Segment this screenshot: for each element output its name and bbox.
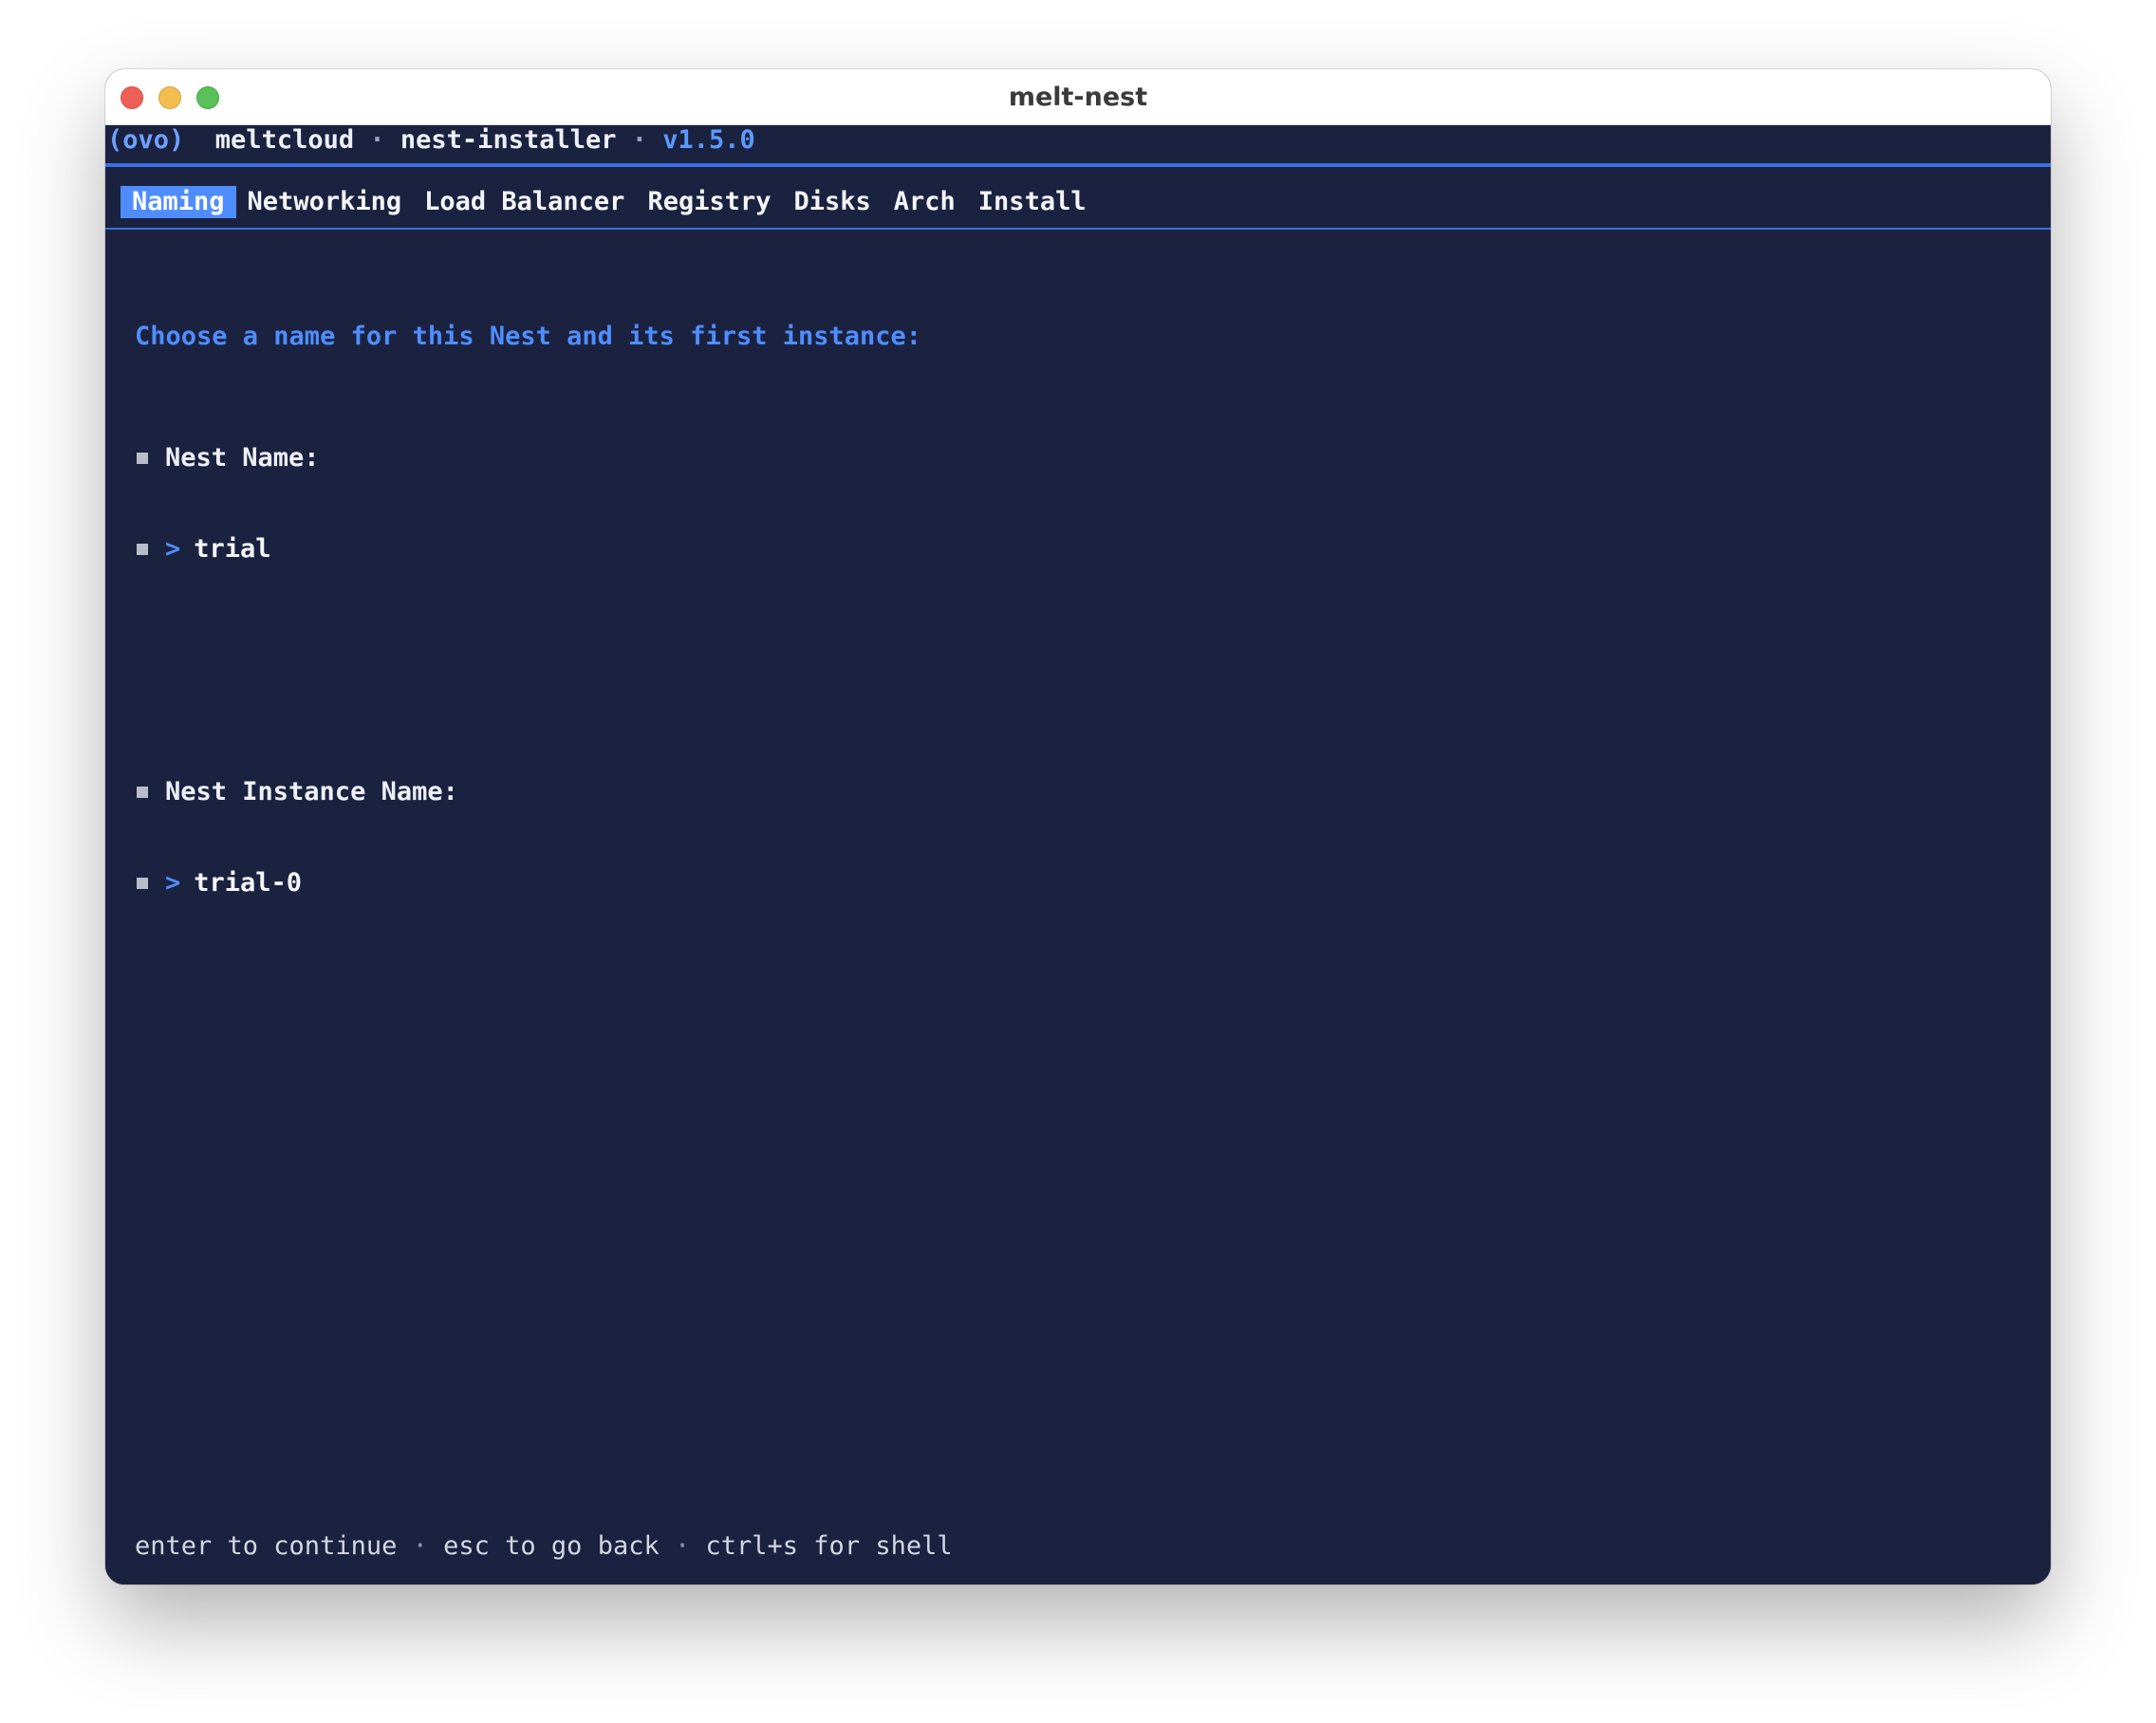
instance-name-label-row: Nest Instance Name: bbox=[135, 777, 921, 807]
hint-separator: · bbox=[412, 1531, 428, 1561]
installer-header: (ovo) meltcloud · nest-installer · v1.5.… bbox=[107, 125, 755, 156]
nest-name-input[interactable]: trial bbox=[194, 534, 270, 565]
instance-name-label: Nest Instance Name: bbox=[165, 777, 458, 806]
shell-hint: ctrl+s for shell bbox=[705, 1531, 953, 1561]
nest-name-input-row[interactable]: > trial bbox=[135, 534, 921, 565]
back-hint: esc to go back bbox=[443, 1531, 660, 1561]
window-title: melt-nest bbox=[1008, 83, 1148, 112]
tab-networking[interactable]: Networking bbox=[236, 186, 414, 218]
header-separator-2: · bbox=[631, 125, 648, 155]
nest-name-label: Nest Name: bbox=[165, 443, 320, 472]
chevron-right-icon: > bbox=[165, 868, 181, 898]
instance-name-input-row[interactable]: > trial-0 bbox=[135, 868, 921, 899]
naming-form: Choose a name for this Nest and its firs… bbox=[135, 261, 921, 959]
form-prompt: Choose a name for this Nest and its firs… bbox=[135, 322, 922, 351]
title-bar: melt-nest bbox=[105, 69, 2051, 125]
version-label: v1.5.0 bbox=[662, 125, 755, 155]
nest-name-label-row: Nest Name: bbox=[135, 443, 921, 473]
tabs-divider bbox=[105, 228, 2051, 230]
header-divider bbox=[105, 163, 2051, 167]
tab-install[interactable]: Install bbox=[967, 186, 1098, 218]
instance-name-input[interactable]: trial-0 bbox=[194, 868, 302, 899]
bullet-icon bbox=[137, 787, 148, 798]
terminal-window: melt-nest (ovo) meltcloud · nest-install… bbox=[105, 69, 2051, 1584]
mascot-face: (ovo) bbox=[107, 125, 185, 155]
hint-separator-2: · bbox=[674, 1531, 691, 1561]
terminal-screen[interactable]: (ovo) meltcloud · nest-installer · v1.5.… bbox=[105, 125, 2051, 1584]
keyboard-hints: enter to continue · esc to go back · ctr… bbox=[135, 1531, 953, 1562]
chevron-right-icon: > bbox=[165, 534, 181, 564]
bullet-icon bbox=[137, 453, 148, 464]
brand-name: meltcloud bbox=[214, 125, 355, 155]
tab-naming[interactable]: Naming bbox=[121, 186, 236, 218]
bullet-icon bbox=[137, 544, 148, 555]
tab-disks[interactable]: Disks bbox=[782, 186, 882, 218]
step-tabs: Naming Networking Load Balancer Registry… bbox=[121, 186, 1098, 218]
tab-registry[interactable]: Registry bbox=[636, 186, 782, 218]
tab-arch[interactable]: Arch bbox=[883, 186, 967, 218]
header-separator: · bbox=[369, 125, 385, 155]
bullet-icon bbox=[137, 878, 148, 889]
tab-load-balancer[interactable]: Load Balancer bbox=[413, 186, 636, 218]
app-name: nest-installer bbox=[400, 125, 617, 155]
continue-hint: enter to continue bbox=[135, 1531, 398, 1561]
